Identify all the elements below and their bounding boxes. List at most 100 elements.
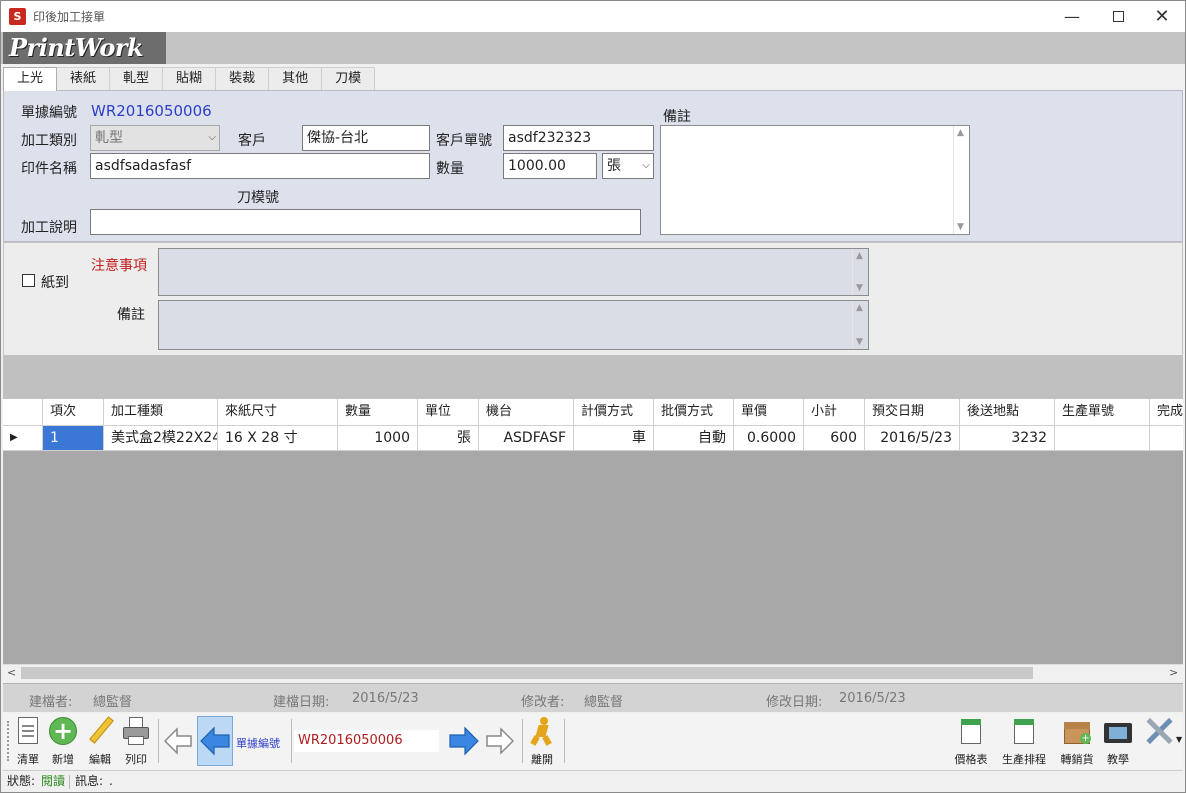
col-header[interactable]: 後送地點 [960,399,1055,426]
new-label: 新增 [52,753,74,766]
tab-binding[interactable]: 裝裁 [215,67,270,90]
print-label: 列印 [125,753,147,766]
first-record-button[interactable] [161,716,195,766]
nav-doc-no-field[interactable]: WR2016050006 [294,730,439,752]
col-header[interactable]: 計價方式 [574,399,654,426]
app-logo-icon: S [9,8,26,25]
doc-no-value: WR2016050006 [91,102,212,120]
tab-other[interactable]: 其他 [268,67,323,90]
table-cell[interactable]: 1000 [338,426,418,451]
attention-memo[interactable]: ▲ ▼ [158,248,869,296]
film-icon [1104,717,1132,745]
tab-die[interactable]: 刀模 [321,67,376,90]
edit-label: 編輯 [89,753,111,766]
table-cell[interactable]: 0.6000 [734,426,804,451]
table-cell[interactable]: 3232 [960,426,1055,451]
tab-gluing[interactable]: 貼糊 [162,67,217,90]
paper-arrived-checkbox[interactable] [22,274,35,287]
audit-info-bar: 建檔者: 總監督 建檔日期: 2016/5/23 修改者: 總監督 修改日期: … [3,683,1183,712]
scroll-left-icon[interactable]: < [7,666,16,679]
arrow-left-icon [200,726,230,756]
attention-scrollbar[interactable]: ▲ ▼ [852,249,868,295]
production-schedule-button[interactable]: 生產排程 [999,717,1049,767]
tab-die-cut[interactable]: 軋型 [109,67,164,90]
table-cell[interactable] [1150,426,1183,451]
new-button[interactable]: + 新增 [43,717,83,767]
scroll-right-icon[interactable]: > [1169,666,1178,679]
col-header[interactable]: 預交日期 [865,399,960,426]
grid-caption-band [3,356,1183,399]
minimize-icon: — [1064,7,1080,26]
bottom-toolbar: 清單 + 新增 編輯 列印 單據編號 WR2016050006 離開 價格表 生… [3,713,1183,769]
notes-remark-label: 備註 [117,307,145,323]
next-record-button[interactable] [447,716,481,766]
qty-field[interactable]: 1000.00 [503,153,597,179]
attention-label: 注意事項 [91,258,147,274]
nav-doc-no-label: 單據編號 [236,737,280,750]
minimize-button[interactable]: — [1049,1,1095,32]
detail-grid[interactable]: 項次 加工種類 來紙尺寸 數量 單位 機台 計價方式 批價方式 單價 小計 預交… [3,399,1183,664]
creator-label: 建檔者: [29,695,73,710]
print-button[interactable]: 列印 [116,717,156,767]
document-list-icon [14,717,42,745]
table-cell[interactable] [1055,426,1150,451]
close-icon: ✕ [1154,6,1170,27]
tab-mounting[interactable]: 裱紙 [56,67,111,90]
table-cell[interactable]: 張 [418,426,479,451]
process-type-value: 軋型 [95,130,123,146]
doc-no-label: 單據編號 [21,105,77,121]
notes-remark-scrollbar[interactable]: ▲ ▼ [852,301,868,349]
col-header[interactable]: 小計 [804,399,865,426]
table-cell[interactable]: 自動 [654,426,734,451]
notes-panel: 紙到 注意事項 ▲ ▼ 備註 ▲ ▼ [3,242,1183,356]
col-header[interactable]: 數量 [338,399,418,426]
scrollbar-thumb[interactable] [21,667,1033,679]
col-header[interactable]: 批價方式 [654,399,734,426]
col-header[interactable]: 生產單號 [1055,399,1150,426]
col-header[interactable]: 機台 [479,399,574,426]
table-cell[interactable]: 16 X 28 寸 [218,426,338,451]
tools-dropdown-button[interactable]: ▼ [1136,717,1182,745]
table-cell[interactable]: 2016/5/23 [865,426,960,451]
unit-select[interactable]: 張 ⌵ [602,153,654,179]
table-cell[interactable]: 美式盒2模22X24 [104,426,218,451]
list-button[interactable]: 清單 [8,717,48,767]
edit-button[interactable]: 編輯 [80,716,120,767]
status-bar: 狀態: 閱讀 訊息: . [3,770,1183,792]
previous-record-button[interactable] [197,716,233,766]
maximize-icon [1112,11,1124,22]
process-type-select[interactable]: 軋型 ⌵ [90,125,220,151]
last-record-button[interactable] [483,716,517,766]
tab-glazing[interactable]: 上光 [3,67,58,91]
customer-no-field[interactable]: asdf232323 [503,125,654,151]
col-header[interactable]: 項次 [43,399,104,426]
col-header[interactable]: 完成 [1150,399,1183,426]
table-cell[interactable]: 1 [43,426,104,451]
desc-field[interactable] [90,209,641,235]
maximize-button[interactable] [1095,1,1141,32]
print-name-field[interactable]: asdfsadasfasf [90,153,430,179]
logo-band [1,32,1185,64]
scroll-down-icon: ▼ [957,222,964,232]
table-cell[interactable]: 車 [574,426,654,451]
exit-button[interactable]: 離開 [522,717,562,767]
price-list-button[interactable]: 價格表 [949,717,993,767]
transfer-sales-button[interactable]: + 轉銷貨 [1057,717,1097,767]
close-button[interactable]: ✕ [1139,1,1185,32]
modify-date-label: 修改日期: [766,695,823,710]
table-row[interactable]: ▶ 1 美式盒2模22X24 16 X 28 寸 1000 張 ASDFASF … [3,426,1183,451]
grid-horizontal-scrollbar[interactable]: < > [3,664,1183,681]
table-cell[interactable]: ASDFASF [479,426,574,451]
table-cell[interactable]: 600 [804,426,865,451]
remark-memo[interactable]: ▲ ▼ [660,125,970,235]
customer-label: 客戶 [238,133,266,149]
notes-remark-memo[interactable]: ▲ ▼ [158,300,869,350]
remark-scrollbar[interactable]: ▲ ▼ [953,126,969,234]
col-header[interactable]: 來紙尺寸 [218,399,338,426]
col-header[interactable]: 單位 [418,399,479,426]
tutorial-button[interactable]: 教學 [1098,717,1138,767]
col-header[interactable]: 加工種類 [104,399,218,426]
arrow-right-outline-icon [486,727,515,755]
col-header[interactable]: 單價 [734,399,804,426]
customer-field[interactable]: 傑協-台北 [302,125,430,151]
